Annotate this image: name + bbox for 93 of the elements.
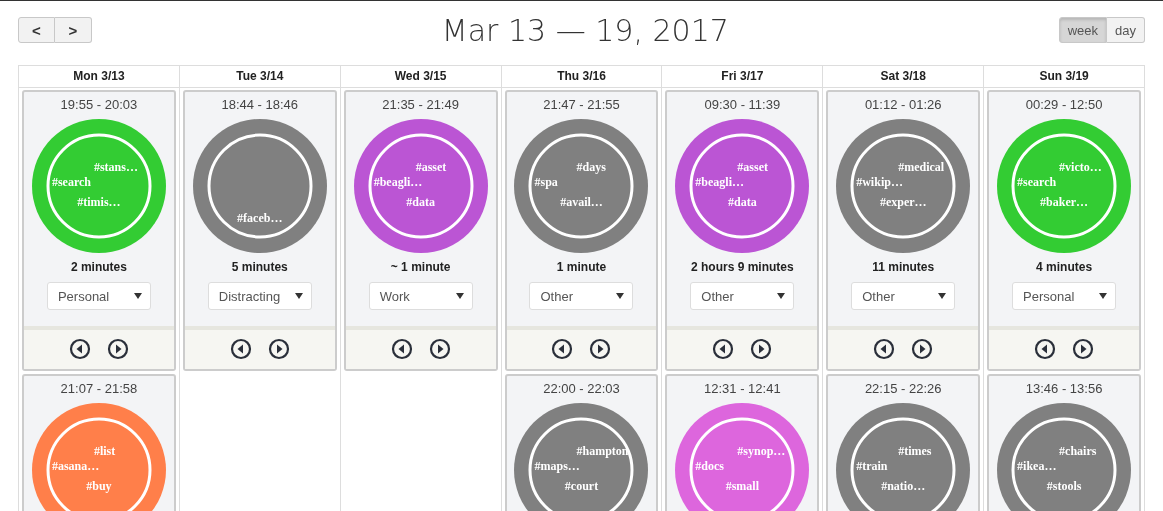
session-time: 13:46 - 13:56 — [1025, 381, 1103, 396]
category-dropdown[interactable]: Other — [529, 282, 634, 310]
tag-label: #synop… — [737, 444, 786, 458]
session-duration: ~ 1 minute — [390, 260, 451, 274]
next-button[interactable] — [911, 338, 934, 360]
tag-label: #data — [406, 195, 435, 209]
next-button[interactable] — [1072, 338, 1095, 360]
tag-label: #spa — [534, 175, 558, 189]
tag-label: #hampton — [576, 444, 629, 458]
tag-label: #natio… — [881, 479, 926, 493]
caret-icon — [294, 293, 303, 299]
category-dropdown[interactable]: Personal — [1012, 282, 1117, 310]
session-duration: 11 minutes — [872, 260, 935, 274]
tag-label: #avail… — [560, 195, 603, 209]
tag-label: #ikea… — [1017, 459, 1057, 473]
day-header: Mon 3/13 — [19, 66, 179, 88]
session-time: 00:29 - 12:50 — [1025, 97, 1103, 112]
session-duration: 5 minutes — [231, 260, 288, 274]
previous-button[interactable] — [390, 338, 413, 360]
category-dropdown[interactable]: Distracting — [207, 282, 312, 310]
tag-label: #docs — [695, 459, 724, 473]
session-time: 22:15 - 22:26 — [864, 381, 942, 396]
session-duration: 4 minutes — [1036, 260, 1093, 274]
category-dropdown[interactable]: Personal — [46, 282, 151, 310]
tag-label: #victo… — [1059, 160, 1102, 174]
tag-label: #train — [856, 459, 888, 473]
previous-button[interactable] — [229, 338, 252, 360]
view-tab[interactable]: week — [1058, 17, 1108, 43]
tag-label: #buy — [86, 479, 112, 493]
caret-icon — [1099, 293, 1108, 299]
tag-label: #exper… — [879, 195, 927, 209]
tag-label: #days — [576, 160, 606, 174]
tag-label: #search — [1017, 175, 1057, 189]
session-time: 21:47 - 21:55 — [543, 97, 620, 112]
tag-label: #beagli… — [373, 175, 423, 189]
week-title: Mar 13 — 19, 2017 — [441, 12, 729, 48]
tag-label: #wikip… — [856, 175, 903, 189]
session-time: 21:35 - 21:49 — [382, 97, 459, 112]
session-duration: 2 hours 9 minutes — [691, 260, 794, 274]
category-dropdown[interactable]: Other — [851, 282, 956, 310]
caret-icon — [455, 293, 464, 299]
next-week-button[interactable]: > — [55, 17, 92, 43]
tag-label: #beagli… — [695, 175, 744, 189]
previous-button[interactable] — [873, 338, 896, 360]
day-header: Sat 3/18 — [823, 66, 984, 88]
tag-label: #asset — [737, 160, 768, 174]
next-button[interactable] — [750, 338, 773, 360]
session-time: 12:31 - 12:41 — [704, 381, 781, 396]
day-header: Tue 3/14 — [179, 66, 340, 88]
previous-button[interactable] — [551, 338, 574, 360]
tag-label: #baker… — [1040, 195, 1089, 209]
next-button[interactable] — [267, 338, 290, 360]
tag-label: #asset — [415, 160, 447, 174]
previous-button[interactable] — [712, 338, 735, 360]
tag-label: #timis… — [77, 195, 121, 209]
day-header: Thu 3/16 — [501, 66, 662, 88]
tag-label: #stools — [1046, 479, 1082, 493]
view-tab[interactable]: day — [1107, 17, 1145, 43]
category-dropdown[interactable]: Work — [368, 282, 473, 310]
caret-icon — [616, 293, 625, 299]
caret-icon — [777, 293, 786, 299]
previous-button[interactable] — [1034, 338, 1057, 360]
day-header: Fri 3/17 — [662, 66, 823, 88]
day-header: Sun 3/19 — [984, 66, 1144, 88]
tag-label: #maps… — [534, 459, 580, 473]
previous-button[interactable] — [68, 338, 91, 360]
next-button[interactable] — [428, 338, 451, 360]
tag-label: #search — [51, 175, 92, 189]
tag-label: #court — [564, 479, 599, 493]
tag-label: #stans… — [93, 160, 138, 174]
caret-icon — [133, 293, 142, 299]
tag-label: #list — [93, 444, 116, 458]
next-button[interactable] — [589, 338, 612, 360]
next-button[interactable] — [106, 338, 129, 360]
tag-label: #faceb… — [237, 211, 283, 225]
day-header: Wed 3/15 — [340, 66, 501, 88]
caret-icon — [938, 293, 947, 299]
tag-label: #times — [898, 444, 932, 458]
tag-label: #asana… — [51, 459, 100, 473]
category-dropdown[interactable]: Other — [690, 282, 795, 310]
tag-label: #small — [725, 479, 759, 493]
session-time: 09:30 - 11:39 — [704, 97, 781, 112]
tag-label: #data — [728, 195, 757, 209]
previous-week-button[interactable]: < — [18, 17, 55, 43]
session-duration: 1 minute — [556, 260, 607, 274]
session-time: 19:55 - 20:03 — [60, 97, 138, 112]
session-time: 21:07 - 21:58 — [60, 381, 138, 396]
session-time: 18:44 - 18:46 — [221, 97, 299, 112]
session-time: 22:00 - 22:03 — [543, 381, 620, 396]
tag-label: #chairs — [1059, 444, 1097, 458]
tag-label: #medical — [898, 160, 945, 174]
session-time: 01:12 - 01:26 — [864, 97, 942, 112]
session-duration: 2 minutes — [70, 260, 127, 274]
